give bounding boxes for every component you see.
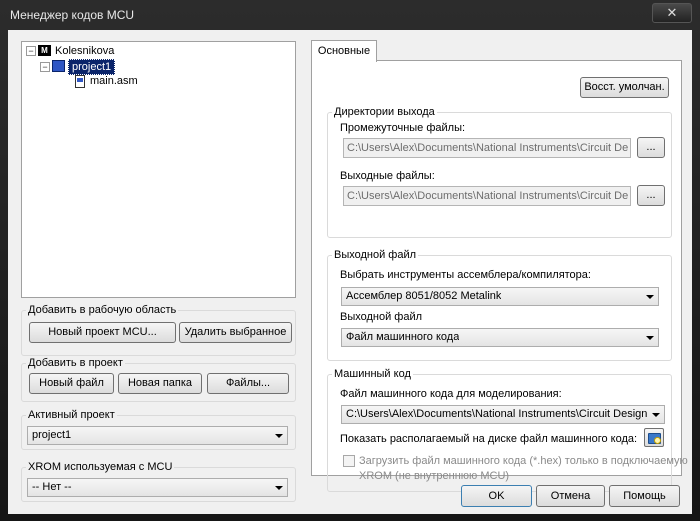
intermediate-files-value: C:\Users\Alex\Documents\National Instrum…: [347, 142, 628, 154]
main-tab-page: Восст. умолчан. Директории выхода Промеж…: [311, 60, 688, 492]
chevron-down-icon: [652, 413, 660, 417]
xrom-select[interactable]: -- Нет --: [27, 478, 288, 497]
machine-code-label: Машинный код: [332, 368, 413, 381]
active-project-group: Активный проект project1: [21, 409, 296, 450]
dialog-client-area: − M Kolesnikova − project1 main.asm Доба…: [8, 30, 692, 514]
close-button[interactable]: ✕: [652, 3, 692, 23]
title-bar: Менеджер кодов MCU ✕: [0, 0, 700, 30]
help-button[interactable]: Помощь: [609, 485, 680, 507]
output-file-type-label: Выходной файл: [340, 311, 423, 323]
add-to-project-group: Добавить в проект Новый файл Новая папка…: [21, 357, 296, 402]
chevron-down-icon: [646, 295, 654, 299]
active-project-select[interactable]: project1: [27, 426, 288, 445]
add-to-workspace-group: Добавить в рабочую область Новый проект …: [21, 304, 296, 356]
new-folder-button[interactable]: Новая папка: [118, 373, 202, 394]
new-file-button[interactable]: Новый файл: [29, 373, 114, 394]
intermediate-files-label: Промежуточные файлы:: [340, 122, 466, 134]
ok-button[interactable]: OK: [461, 485, 532, 507]
tools-label: Выбрать инструменты ассемблера/компилято…: [340, 269, 591, 281]
browse-folder-button[interactable]: [644, 428, 664, 447]
machine-code-group: Машинный код Файл машинного кода для мод…: [327, 368, 688, 492]
output-directories-label: Директории выхода: [332, 106, 437, 119]
workspace-icon: M: [38, 45, 51, 56]
asm-file-icon: [75, 75, 85, 88]
restore-defaults-button[interactable]: Восст. умолчан.: [580, 77, 669, 98]
output-file-group: Выходной файл Выбрать инструменты ассемб…: [327, 249, 672, 361]
intermediate-files-field: C:\Users\Alex\Documents\National Instrum…: [343, 138, 631, 158]
add-to-project-label: Добавить в проект: [26, 357, 125, 370]
add-to-workspace-label: Добавить в рабочую область: [26, 304, 179, 317]
output-directories-group: Директории выхода Промежуточные файлы: C…: [327, 106, 672, 238]
project-collapse-icon[interactable]: −: [40, 62, 50, 72]
tree-project-item[interactable]: project1: [68, 59, 116, 75]
project-icon: [52, 60, 65, 72]
show-on-disk-label: Показать располагаемый на диске файл маш…: [340, 433, 638, 445]
chevron-down-icon: [646, 336, 654, 340]
chevron-down-icon: [275, 434, 283, 438]
tab-main[interactable]: Основные: [311, 40, 377, 62]
active-project-label: Активный проект: [26, 409, 117, 422]
load-hex-checkbox[interactable]: [343, 455, 355, 467]
active-project-value: project1: [32, 429, 72, 441]
simulation-file-select[interactable]: C:\Users\Alex\Documents\National Instrum…: [341, 405, 665, 424]
output-file-group-label: Выходной файл: [332, 249, 419, 262]
chevron-down-icon: [275, 486, 283, 490]
root-collapse-icon[interactable]: −: [26, 46, 36, 56]
assembler-compiler-value: Ассемблер 8051/8052 Metalink: [346, 290, 502, 302]
load-hex-label-line2: XROM (не внутреннюю MCU): [359, 470, 510, 482]
project-tree[interactable]: − M Kolesnikova − project1 main.asm: [21, 41, 296, 298]
xrom-value: -- Нет --: [32, 481, 72, 493]
window-title: Менеджер кодов MCU: [10, 8, 135, 22]
tree-root-workspace[interactable]: Kolesnikova: [55, 44, 114, 58]
output-files-value: C:\Users\Alex\Documents\National Instrum…: [347, 190, 628, 202]
output-files-field: C:\Users\Alex\Documents\National Instrum…: [343, 186, 631, 206]
output-files-label: Выходные файлы:: [340, 170, 435, 182]
simulation-file-value: C:\Users\Alex\Documents\National Instrum…: [346, 408, 648, 420]
simulation-file-label: Файл машинного кода для моделирования:: [340, 388, 562, 400]
output-file-type-select[interactable]: Файл машинного кода: [341, 328, 659, 347]
remove-selected-button[interactable]: Удалить выбранное: [179, 322, 292, 343]
tree-file-item[interactable]: main.asm: [90, 74, 138, 88]
output-file-type-value: Файл машинного кода: [346, 331, 460, 343]
files-button[interactable]: Файлы...: [207, 373, 289, 394]
output-browse-button[interactable]: ...: [637, 185, 665, 206]
xrom-group: XROM используемая с MCU -- Нет --: [21, 461, 296, 502]
new-mcu-project-button[interactable]: Новый проект MCU...: [29, 322, 176, 343]
intermediate-browse-button[interactable]: ...: [637, 137, 665, 158]
cancel-button[interactable]: Отмена: [536, 485, 605, 507]
xrom-label: XROM используемая с MCU: [26, 461, 175, 474]
load-hex-label-line1: Загрузить файл машинного кода (*.hex) то…: [359, 455, 688, 467]
assembler-compiler-select[interactable]: Ассемблер 8051/8052 Metalink: [341, 287, 659, 306]
mcu-code-manager-window: Менеджер кодов MCU ✕ − M Kolesnikova − p…: [0, 0, 700, 521]
